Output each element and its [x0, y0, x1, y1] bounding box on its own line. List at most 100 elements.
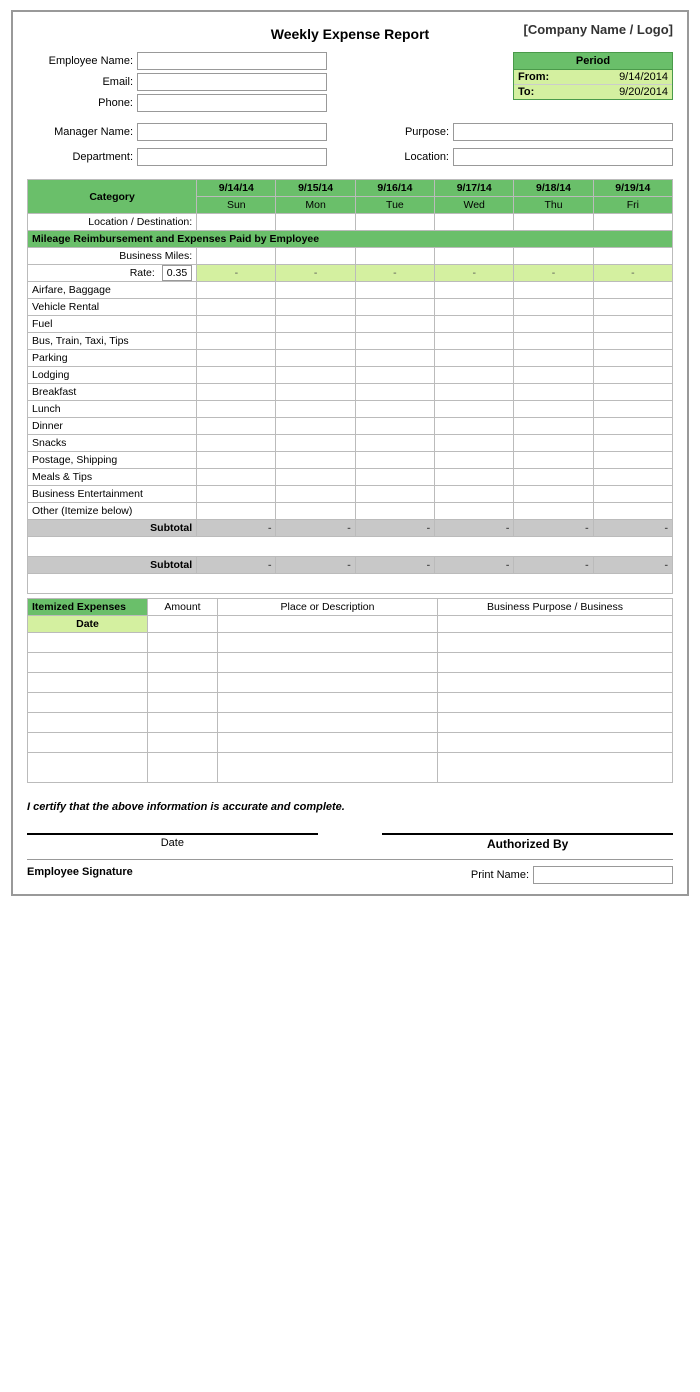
item-amount-1[interactable] — [148, 633, 218, 653]
date-sig-line — [27, 833, 318, 835]
rate-value[interactable]: 0.35 — [162, 265, 192, 281]
location-dest-tue[interactable] — [355, 214, 434, 231]
mileage-section-header: Mileage Reimbursement and Expenses Paid … — [28, 231, 673, 248]
item-amount-5[interactable] — [148, 713, 218, 733]
to-label: To: — [518, 86, 553, 98]
bm-sun[interactable] — [197, 248, 276, 265]
item-date-7[interactable] — [28, 753, 148, 783]
print-name-area: Print Name: — [471, 866, 673, 884]
category-row-8: Dinner — [28, 418, 673, 435]
item-amount-6[interactable] — [148, 733, 218, 753]
item-amount-4[interactable] — [148, 693, 218, 713]
business-miles-label: Business Miles: — [28, 248, 197, 265]
to-value: 9/20/2014 — [553, 86, 668, 98]
location-dest-sun[interactable] — [197, 214, 276, 231]
employee-name-label: Employee Name: — [27, 55, 137, 67]
phone-input[interactable] — [137, 94, 327, 112]
item-place-1[interactable] — [218, 633, 438, 653]
item-place-7[interactable] — [218, 753, 438, 783]
item-place-6[interactable] — [218, 733, 438, 753]
bm-mon[interactable] — [276, 248, 355, 265]
cat-label-1: Vehicle Rental — [28, 299, 197, 316]
bm-thu[interactable] — [514, 248, 593, 265]
amount-col-header: Amount — [148, 599, 218, 616]
location-dest-thu[interactable] — [514, 214, 593, 231]
item-purpose-1[interactable] — [438, 633, 673, 653]
category-row-6: Breakfast — [28, 384, 673, 401]
purpose-label: Purpose: — [393, 126, 453, 138]
sub2-fri: - — [593, 557, 672, 574]
bm-wed[interactable] — [435, 248, 514, 265]
item-purpose-6[interactable] — [438, 733, 673, 753]
page-title: Weekly Expense Report — [187, 22, 513, 42]
from-value: 9/14/2014 — [553, 71, 668, 83]
item-purpose-5[interactable] — [438, 713, 673, 733]
bm-fri[interactable] — [593, 248, 672, 265]
category-row-10: Postage, Shipping — [28, 452, 673, 469]
subtotal-label-1: Subtotal — [28, 520, 197, 537]
sub1-fri: - — [593, 520, 672, 537]
item-purpose-2[interactable] — [438, 653, 673, 673]
sub2-tue: - — [355, 557, 434, 574]
dept-input[interactable] — [137, 148, 327, 166]
print-name-input[interactable] — [533, 866, 673, 884]
sub2-sun: - — [197, 557, 276, 574]
location-dest-fri[interactable] — [593, 214, 672, 231]
day-header-3: Wed — [435, 197, 514, 214]
item-amount-3[interactable] — [148, 673, 218, 693]
location-dest-label: Location / Destination: — [28, 214, 197, 231]
employee-signature-label: Employee Signature — [27, 866, 133, 878]
email-input[interactable] — [137, 73, 327, 91]
location-input[interactable] — [453, 148, 673, 166]
sub1-wed: - — [435, 520, 514, 537]
cat-label-8: Dinner — [28, 418, 197, 435]
item-date-2[interactable] — [28, 653, 148, 673]
certification-text: I certify that the above information is … — [27, 801, 673, 813]
date-header-4: 9/18/14 — [514, 180, 593, 197]
itemized-row-1 — [28, 633, 673, 653]
item-date-4[interactable] — [28, 693, 148, 713]
authorized-signature-area: Authorized By — [382, 833, 673, 851]
rate-wed: - — [435, 265, 514, 282]
item-date-5[interactable] — [28, 713, 148, 733]
itemized-row-4 — [28, 693, 673, 713]
item-place-5[interactable] — [218, 713, 438, 733]
category-row-4: Parking — [28, 350, 673, 367]
cat-0-sun[interactable] — [197, 282, 276, 299]
itemized-row-6 — [28, 733, 673, 753]
item-date-6[interactable] — [28, 733, 148, 753]
cat-label-6: Breakfast — [28, 384, 197, 401]
itemized-row-5 — [28, 713, 673, 733]
item-amount-2[interactable] — [148, 653, 218, 673]
manager-name-input[interactable] — [137, 123, 327, 141]
item-date-3[interactable] — [28, 673, 148, 693]
place-col-header: Place or Description — [218, 599, 438, 616]
day-header-0: Sun — [197, 197, 276, 214]
date-col-header: Date — [28, 616, 148, 633]
item-purpose-3[interactable] — [438, 673, 673, 693]
purpose-input[interactable] — [453, 123, 673, 141]
itemized-row-3 — [28, 673, 673, 693]
location-dest-wed[interactable] — [435, 214, 514, 231]
category-row-3: Bus, Train, Taxi, Tips — [28, 333, 673, 350]
item-place-2[interactable] — [218, 653, 438, 673]
bm-tue[interactable] — [355, 248, 434, 265]
employee-name-input[interactable] — [137, 52, 327, 70]
item-purpose-7[interactable] — [438, 753, 673, 783]
item-place-3[interactable] — [218, 673, 438, 693]
item-place-4[interactable] — [218, 693, 438, 713]
rate-mon: - — [276, 265, 355, 282]
item-amount-7[interactable] — [148, 753, 218, 783]
item-date-1[interactable] — [28, 633, 148, 653]
item-purpose-4[interactable] — [438, 693, 673, 713]
employee-info-section: Employee Name: Email: Phone: — [27, 52, 327, 115]
cat-label-3: Bus, Train, Taxi, Tips — [28, 333, 197, 350]
location-dest-mon[interactable] — [276, 214, 355, 231]
purpose-col-header: Business Purpose / Business — [438, 599, 673, 616]
expense-table: Category 9/14/14 9/15/14 9/16/14 9/17/14… — [27, 179, 673, 594]
authorized-label: Authorized By — [382, 837, 673, 851]
day-header-4: Thu — [514, 197, 593, 214]
rate-tue: - — [355, 265, 434, 282]
business-miles-row: Business Miles: — [28, 248, 673, 265]
period-box: Period From: 9/14/2014 To: 9/20/2014 — [513, 52, 673, 100]
